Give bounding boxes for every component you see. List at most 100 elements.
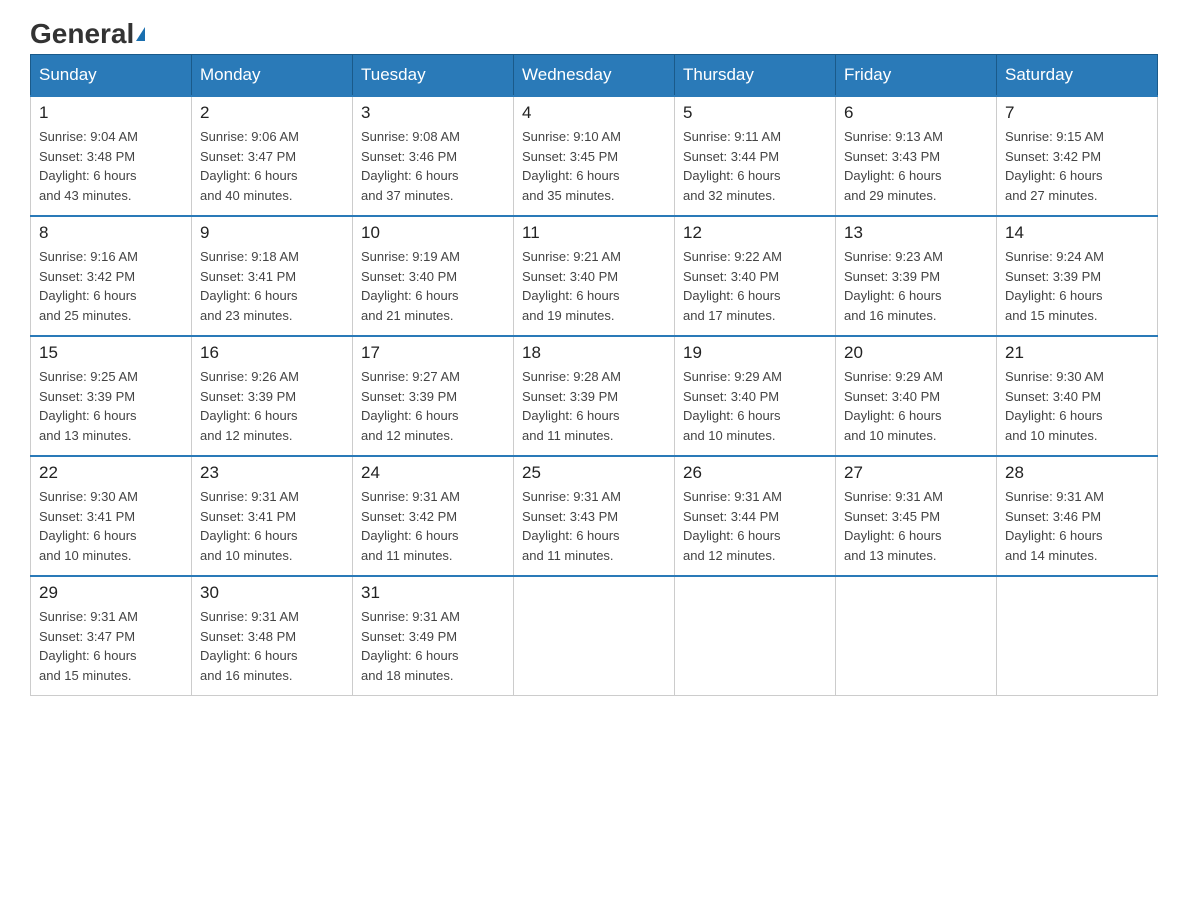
calendar-cell: 31 Sunrise: 9:31 AM Sunset: 3:49 PM Dayl…	[353, 576, 514, 696]
day-number: 15	[39, 343, 183, 363]
day-info: Sunrise: 9:06 AM Sunset: 3:47 PM Dayligh…	[200, 127, 344, 205]
logo: General	[30, 20, 145, 44]
day-info: Sunrise: 9:31 AM Sunset: 3:48 PM Dayligh…	[200, 607, 344, 685]
day-number: 8	[39, 223, 183, 243]
calendar-cell: 17 Sunrise: 9:27 AM Sunset: 3:39 PM Dayl…	[353, 336, 514, 456]
calendar-cell: 25 Sunrise: 9:31 AM Sunset: 3:43 PM Dayl…	[514, 456, 675, 576]
day-number: 21	[1005, 343, 1149, 363]
calendar-cell	[997, 576, 1158, 696]
day-info: Sunrise: 9:27 AM Sunset: 3:39 PM Dayligh…	[361, 367, 505, 445]
calendar-cell: 3 Sunrise: 9:08 AM Sunset: 3:46 PM Dayli…	[353, 96, 514, 216]
calendar-cell: 26 Sunrise: 9:31 AM Sunset: 3:44 PM Dayl…	[675, 456, 836, 576]
day-info: Sunrise: 9:31 AM Sunset: 3:47 PM Dayligh…	[39, 607, 183, 685]
calendar-week-row: 1 Sunrise: 9:04 AM Sunset: 3:48 PM Dayli…	[31, 96, 1158, 216]
day-number: 22	[39, 463, 183, 483]
day-number: 10	[361, 223, 505, 243]
logo-text-general: General	[30, 20, 134, 48]
calendar-cell: 20 Sunrise: 9:29 AM Sunset: 3:40 PM Dayl…	[836, 336, 997, 456]
day-info: Sunrise: 9:18 AM Sunset: 3:41 PM Dayligh…	[200, 247, 344, 325]
day-info: Sunrise: 9:10 AM Sunset: 3:45 PM Dayligh…	[522, 127, 666, 205]
day-number: 6	[844, 103, 988, 123]
day-number: 13	[844, 223, 988, 243]
calendar-cell: 12 Sunrise: 9:22 AM Sunset: 3:40 PM Dayl…	[675, 216, 836, 336]
day-number: 25	[522, 463, 666, 483]
day-info: Sunrise: 9:30 AM Sunset: 3:41 PM Dayligh…	[39, 487, 183, 565]
calendar-cell: 16 Sunrise: 9:26 AM Sunset: 3:39 PM Dayl…	[192, 336, 353, 456]
calendar-cell: 11 Sunrise: 9:21 AM Sunset: 3:40 PM Dayl…	[514, 216, 675, 336]
day-info: Sunrise: 9:21 AM Sunset: 3:40 PM Dayligh…	[522, 247, 666, 325]
day-number: 28	[1005, 463, 1149, 483]
day-number: 18	[522, 343, 666, 363]
day-number: 17	[361, 343, 505, 363]
day-number: 30	[200, 583, 344, 603]
day-info: Sunrise: 9:08 AM Sunset: 3:46 PM Dayligh…	[361, 127, 505, 205]
calendar-cell: 8 Sunrise: 9:16 AM Sunset: 3:42 PM Dayli…	[31, 216, 192, 336]
calendar-cell	[836, 576, 997, 696]
logo-triangle-icon	[136, 27, 145, 41]
day-info: Sunrise: 9:13 AM Sunset: 3:43 PM Dayligh…	[844, 127, 988, 205]
calendar-week-row: 8 Sunrise: 9:16 AM Sunset: 3:42 PM Dayli…	[31, 216, 1158, 336]
calendar-cell: 27 Sunrise: 9:31 AM Sunset: 3:45 PM Dayl…	[836, 456, 997, 576]
day-info: Sunrise: 9:23 AM Sunset: 3:39 PM Dayligh…	[844, 247, 988, 325]
calendar-week-row: 29 Sunrise: 9:31 AM Sunset: 3:47 PM Dayl…	[31, 576, 1158, 696]
day-number: 12	[683, 223, 827, 243]
day-number: 26	[683, 463, 827, 483]
day-number: 20	[844, 343, 988, 363]
calendar-cell: 14 Sunrise: 9:24 AM Sunset: 3:39 PM Dayl…	[997, 216, 1158, 336]
header-monday: Monday	[192, 55, 353, 97]
day-number: 16	[200, 343, 344, 363]
day-info: Sunrise: 9:22 AM Sunset: 3:40 PM Dayligh…	[683, 247, 827, 325]
day-number: 3	[361, 103, 505, 123]
day-info: Sunrise: 9:15 AM Sunset: 3:42 PM Dayligh…	[1005, 127, 1149, 205]
day-info: Sunrise: 9:28 AM Sunset: 3:39 PM Dayligh…	[522, 367, 666, 445]
calendar-cell: 28 Sunrise: 9:31 AM Sunset: 3:46 PM Dayl…	[997, 456, 1158, 576]
day-number: 23	[200, 463, 344, 483]
calendar-cell: 2 Sunrise: 9:06 AM Sunset: 3:47 PM Dayli…	[192, 96, 353, 216]
calendar-cell	[514, 576, 675, 696]
day-info: Sunrise: 9:31 AM Sunset: 3:41 PM Dayligh…	[200, 487, 344, 565]
calendar-cell: 23 Sunrise: 9:31 AM Sunset: 3:41 PM Dayl…	[192, 456, 353, 576]
calendar-cell: 9 Sunrise: 9:18 AM Sunset: 3:41 PM Dayli…	[192, 216, 353, 336]
calendar-cell: 7 Sunrise: 9:15 AM Sunset: 3:42 PM Dayli…	[997, 96, 1158, 216]
calendar-cell: 30 Sunrise: 9:31 AM Sunset: 3:48 PM Dayl…	[192, 576, 353, 696]
header-friday: Friday	[836, 55, 997, 97]
calendar-cell: 21 Sunrise: 9:30 AM Sunset: 3:40 PM Dayl…	[997, 336, 1158, 456]
header-tuesday: Tuesday	[353, 55, 514, 97]
calendar-week-row: 22 Sunrise: 9:30 AM Sunset: 3:41 PM Dayl…	[31, 456, 1158, 576]
day-number: 4	[522, 103, 666, 123]
header-saturday: Saturday	[997, 55, 1158, 97]
calendar-cell: 6 Sunrise: 9:13 AM Sunset: 3:43 PM Dayli…	[836, 96, 997, 216]
day-info: Sunrise: 9:04 AM Sunset: 3:48 PM Dayligh…	[39, 127, 183, 205]
day-number: 29	[39, 583, 183, 603]
calendar-week-row: 15 Sunrise: 9:25 AM Sunset: 3:39 PM Dayl…	[31, 336, 1158, 456]
calendar-cell: 15 Sunrise: 9:25 AM Sunset: 3:39 PM Dayl…	[31, 336, 192, 456]
day-info: Sunrise: 9:31 AM Sunset: 3:46 PM Dayligh…	[1005, 487, 1149, 565]
calendar-cell: 1 Sunrise: 9:04 AM Sunset: 3:48 PM Dayli…	[31, 96, 192, 216]
day-info: Sunrise: 9:31 AM Sunset: 3:45 PM Dayligh…	[844, 487, 988, 565]
day-number: 31	[361, 583, 505, 603]
calendar-cell: 24 Sunrise: 9:31 AM Sunset: 3:42 PM Dayl…	[353, 456, 514, 576]
day-info: Sunrise: 9:24 AM Sunset: 3:39 PM Dayligh…	[1005, 247, 1149, 325]
calendar-cell: 13 Sunrise: 9:23 AM Sunset: 3:39 PM Dayl…	[836, 216, 997, 336]
day-info: Sunrise: 9:29 AM Sunset: 3:40 PM Dayligh…	[683, 367, 827, 445]
day-number: 2	[200, 103, 344, 123]
day-number: 19	[683, 343, 827, 363]
calendar-cell: 5 Sunrise: 9:11 AM Sunset: 3:44 PM Dayli…	[675, 96, 836, 216]
day-info: Sunrise: 9:19 AM Sunset: 3:40 PM Dayligh…	[361, 247, 505, 325]
header-sunday: Sunday	[31, 55, 192, 97]
day-info: Sunrise: 9:11 AM Sunset: 3:44 PM Dayligh…	[683, 127, 827, 205]
day-info: Sunrise: 9:31 AM Sunset: 3:42 PM Dayligh…	[361, 487, 505, 565]
day-number: 14	[1005, 223, 1149, 243]
day-info: Sunrise: 9:30 AM Sunset: 3:40 PM Dayligh…	[1005, 367, 1149, 445]
day-number: 5	[683, 103, 827, 123]
calendar-cell: 18 Sunrise: 9:28 AM Sunset: 3:39 PM Dayl…	[514, 336, 675, 456]
calendar-cell: 10 Sunrise: 9:19 AM Sunset: 3:40 PM Dayl…	[353, 216, 514, 336]
day-info: Sunrise: 9:25 AM Sunset: 3:39 PM Dayligh…	[39, 367, 183, 445]
day-number: 7	[1005, 103, 1149, 123]
day-info: Sunrise: 9:31 AM Sunset: 3:44 PM Dayligh…	[683, 487, 827, 565]
page-header: General	[30, 20, 1158, 44]
calendar-cell	[675, 576, 836, 696]
day-number: 24	[361, 463, 505, 483]
calendar-cell: 22 Sunrise: 9:30 AM Sunset: 3:41 PM Dayl…	[31, 456, 192, 576]
day-info: Sunrise: 9:31 AM Sunset: 3:43 PM Dayligh…	[522, 487, 666, 565]
